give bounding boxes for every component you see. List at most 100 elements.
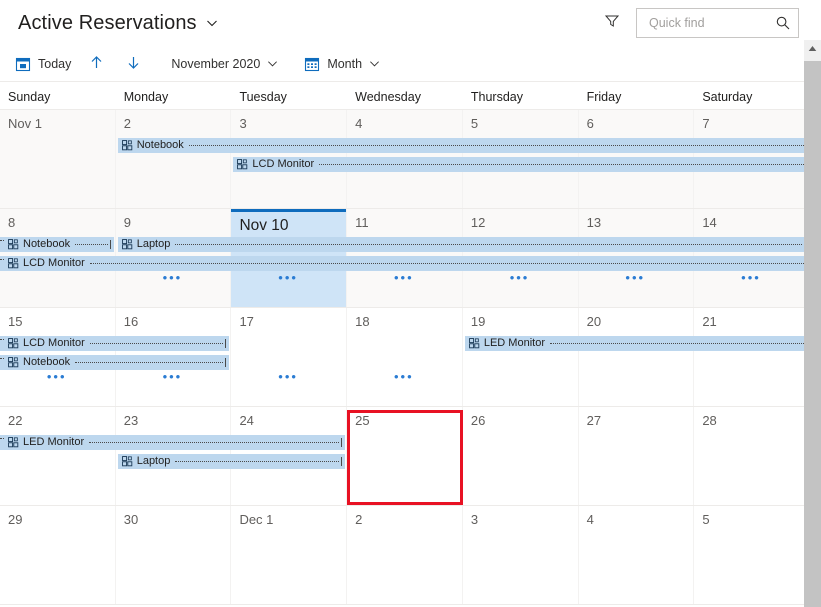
calendar-event[interactable]: Notebook bbox=[0, 237, 114, 252]
weekday-header-thursday: Thursday bbox=[463, 82, 579, 109]
weekday-header-monday: Monday bbox=[116, 82, 232, 109]
weekday-header-sunday: Sunday bbox=[0, 82, 116, 109]
event-title: Laptop bbox=[137, 456, 171, 467]
calendar-event[interactable]: LED Monitor bbox=[0, 435, 345, 450]
weekday-header-row: SundayMondayTuesdayWednesdayThursdayFrid… bbox=[0, 82, 810, 110]
chevron-down-icon[interactable] bbox=[206, 17, 218, 29]
calendar-day-cell[interactable]: 22 bbox=[0, 407, 116, 505]
calendar-day-cell[interactable]: 5 bbox=[694, 506, 810, 604]
event-end-marker bbox=[341, 457, 342, 466]
event-duration-line bbox=[550, 343, 808, 344]
more-events-button[interactable]: ••• bbox=[278, 372, 298, 382]
calendar-day-cell[interactable]: 17 bbox=[231, 308, 347, 406]
event-end-marker bbox=[225, 358, 226, 367]
resource-tiles-icon bbox=[8, 437, 19, 448]
day-number: 3 bbox=[231, 110, 346, 131]
calendar-week-row: 15161718192021LCD MonitorNotebookLED Mon… bbox=[0, 308, 810, 407]
resource-tiles-icon bbox=[8, 357, 19, 368]
event-duration-line bbox=[175, 461, 339, 462]
previous-period-button[interactable] bbox=[78, 49, 115, 79]
day-number: 3 bbox=[463, 506, 578, 527]
more-events-button[interactable]: ••• bbox=[278, 273, 298, 283]
day-number: 27 bbox=[579, 407, 694, 428]
next-period-button[interactable] bbox=[115, 49, 152, 79]
calendar-day-cell[interactable]: Nov 1 bbox=[0, 110, 116, 208]
period-label: November 2020 bbox=[171, 57, 260, 71]
calendar-day-cell[interactable]: 4 bbox=[579, 506, 695, 604]
filter-button[interactable] bbox=[600, 11, 624, 35]
calendar-week-row: 22232425262728LED MonitorLaptop bbox=[0, 407, 810, 506]
calendar-event[interactable]: LCD Monitor bbox=[233, 157, 810, 172]
more-events-button[interactable]: ••• bbox=[394, 372, 414, 382]
period-selector[interactable]: November 2020 bbox=[164, 49, 285, 79]
more-events-button[interactable]: ••• bbox=[394, 273, 414, 283]
calendar-day-cell[interactable]: 29 bbox=[0, 506, 116, 604]
resource-tiles-icon bbox=[122, 456, 133, 467]
calendar-day-cell[interactable]: 25 bbox=[347, 407, 463, 505]
event-duration-line bbox=[175, 244, 802, 245]
day-number: 7 bbox=[694, 110, 809, 131]
scroll-up-arrow-icon[interactable] bbox=[804, 40, 821, 57]
event-title: LED Monitor bbox=[484, 338, 545, 349]
day-number: 11 bbox=[347, 209, 462, 230]
event-title: LCD Monitor bbox=[23, 258, 85, 269]
chevron-down-icon bbox=[369, 58, 380, 69]
more-events-button[interactable]: ••• bbox=[625, 273, 645, 283]
calendar-event[interactable]: Laptop bbox=[118, 454, 345, 469]
event-title: Notebook bbox=[23, 239, 70, 250]
today-indicator-bar bbox=[231, 209, 346, 212]
event-duration-line bbox=[75, 244, 108, 245]
calendar-day-cell[interactable]: 3 bbox=[463, 506, 579, 604]
search-input[interactable] bbox=[647, 15, 775, 31]
more-events-button[interactable]: ••• bbox=[47, 372, 67, 382]
quick-find-box[interactable] bbox=[636, 8, 799, 38]
calendar-day-cell[interactable]: 27 bbox=[579, 407, 695, 505]
calendar-day-cell[interactable]: 21 bbox=[694, 308, 810, 406]
calendar-event[interactable]: LCD Monitor bbox=[0, 336, 229, 351]
scrollbar-thumb[interactable] bbox=[804, 61, 821, 607]
day-number: 14 bbox=[694, 209, 809, 230]
calendar-day-cell[interactable]: 18 bbox=[347, 308, 463, 406]
calendar-event[interactable]: LCD Monitor bbox=[0, 256, 810, 271]
more-events-button[interactable]: ••• bbox=[163, 273, 183, 283]
calendar-day-cell[interactable]: 19 bbox=[463, 308, 579, 406]
day-number: 22 bbox=[0, 407, 115, 428]
more-events-button[interactable]: ••• bbox=[510, 273, 530, 283]
calendar-day-cell[interactable]: 30 bbox=[116, 506, 232, 604]
calendar-event[interactable]: LED Monitor bbox=[465, 336, 810, 351]
day-number: 20 bbox=[579, 308, 694, 329]
calendar-month-icon bbox=[304, 56, 320, 72]
day-number: 9 bbox=[116, 209, 231, 230]
day-number: 8 bbox=[0, 209, 115, 230]
day-number: 12 bbox=[463, 209, 578, 230]
day-number: 29 bbox=[0, 506, 115, 527]
calendar-event[interactable]: Notebook bbox=[0, 355, 229, 370]
event-title: Notebook bbox=[23, 357, 70, 368]
day-number: 15 bbox=[0, 308, 115, 329]
calendar-week-row: Nov 1234567NotebookLCD Monitor bbox=[0, 110, 810, 209]
calendar-day-cell[interactable]: 2 bbox=[116, 110, 232, 208]
today-button-label: Today bbox=[38, 57, 71, 71]
day-number: 2 bbox=[116, 110, 231, 131]
day-number: 25 bbox=[347, 407, 462, 428]
calendar-day-cell[interactable]: 26 bbox=[463, 407, 579, 505]
calendar-day-cell[interactable]: 28 bbox=[694, 407, 810, 505]
more-events-button[interactable]: ••• bbox=[741, 273, 761, 283]
calendar-event[interactable]: Laptop bbox=[118, 237, 808, 252]
weekday-header-saturday: Saturday bbox=[694, 82, 810, 109]
today-button[interactable]: Today bbox=[8, 49, 78, 79]
calendar-day-cell[interactable]: Dec 1 bbox=[231, 506, 347, 604]
calendar-day-cell[interactable]: 20 bbox=[579, 308, 695, 406]
event-end-marker bbox=[225, 339, 226, 348]
event-duration-line bbox=[90, 263, 808, 264]
vertical-scrollbar[interactable] bbox=[804, 40, 821, 607]
calendar-weeks: Nov 1234567NotebookLCD Monitor89Nov 1011… bbox=[0, 110, 810, 605]
page-title[interactable]: Active Reservations bbox=[18, 12, 218, 35]
calendar-event[interactable]: Notebook bbox=[118, 138, 810, 153]
magnifier-icon[interactable] bbox=[775, 15, 791, 31]
more-events-button[interactable]: ••• bbox=[163, 372, 183, 382]
calendar-day-cell[interactable]: 2 bbox=[347, 506, 463, 604]
event-title: LCD Monitor bbox=[23, 338, 85, 349]
view-selector[interactable]: Month bbox=[297, 49, 387, 79]
day-number: 24 bbox=[231, 407, 346, 428]
